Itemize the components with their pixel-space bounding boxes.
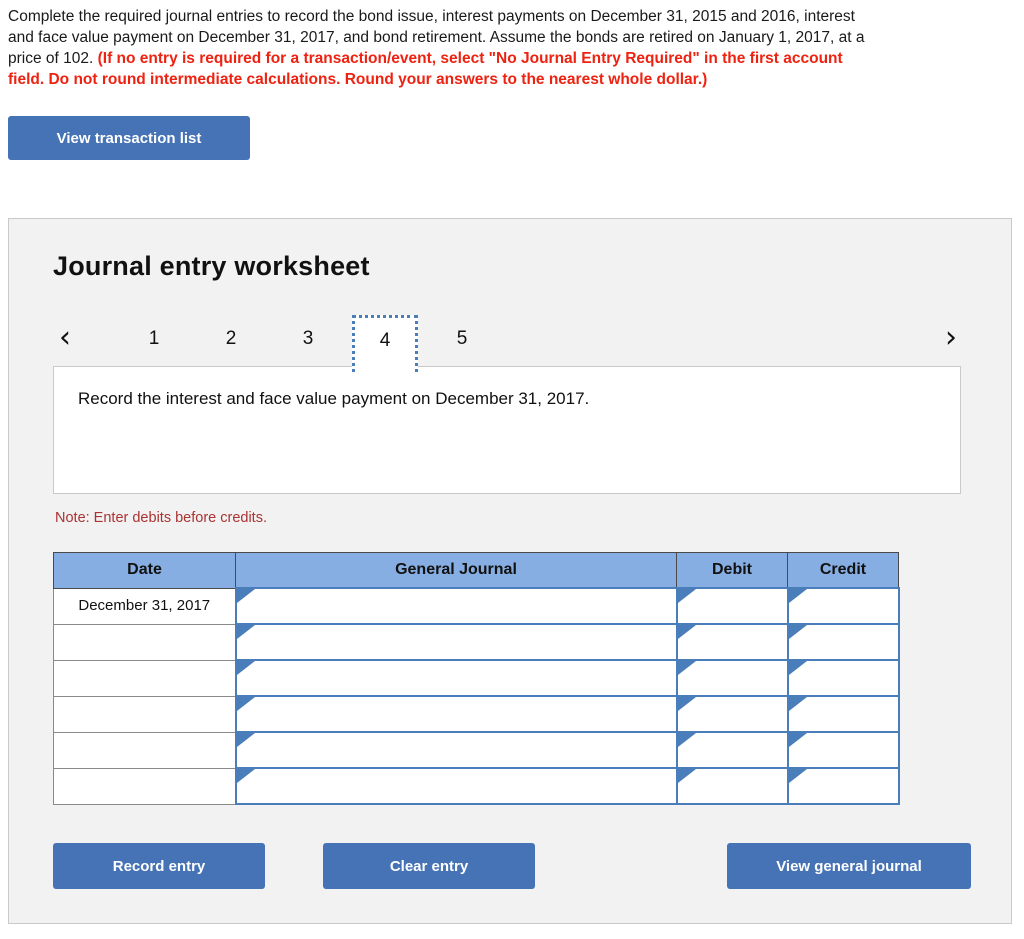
cell-debit-3[interactable]	[675, 659, 789, 697]
worksheet-title: Journal entry worksheet	[53, 251, 370, 281]
dropdown-marker-icon	[677, 661, 696, 675]
cell-general-journal-4[interactable]	[234, 695, 678, 733]
cell-debit-4[interactable]	[675, 695, 789, 733]
cell-credit-6[interactable]	[786, 767, 900, 805]
column-header-credit: Credit	[787, 552, 899, 589]
cell-date-2[interactable]	[53, 623, 236, 661]
worksheet-tab-3[interactable]: 3	[275, 315, 341, 369]
dropdown-marker-icon	[788, 589, 807, 603]
problem-statement: Complete the required journal entries to…	[0, 0, 876, 90]
dropdown-marker-icon	[236, 625, 255, 639]
transaction-instruction-text: Record the interest and face value payme…	[78, 389, 590, 408]
worksheet-tab-4[interactable]: 4	[352, 315, 418, 372]
table-row	[53, 767, 900, 805]
dropdown-marker-icon	[236, 589, 255, 603]
table-row	[53, 659, 900, 697]
table-row	[53, 623, 900, 661]
cell-credit-4[interactable]	[786, 695, 900, 733]
transaction-instruction-box: Record the interest and face value payme…	[53, 366, 961, 494]
worksheet-tab-5[interactable]: 5	[429, 315, 495, 369]
cell-debit-5[interactable]	[675, 731, 789, 769]
cell-general-journal-5[interactable]	[234, 731, 678, 769]
chevron-right-icon[interactable]: ›	[945, 319, 957, 357]
record-entry-button[interactable]: Record entry	[53, 843, 265, 889]
dropdown-marker-icon	[677, 733, 696, 747]
table-header-row: Date General Journal Debit Credit	[53, 552, 899, 589]
view-general-journal-button[interactable]: View general journal	[727, 843, 971, 889]
cell-debit-2[interactable]	[675, 623, 789, 661]
debits-before-credits-note: Note: Enter debits before credits.	[55, 510, 267, 526]
table-row	[53, 695, 900, 733]
dropdown-marker-icon	[236, 697, 255, 711]
toolbar: View transaction list	[0, 90, 1024, 160]
column-header-general-journal: General Journal	[235, 552, 677, 589]
table-row: December 31, 2017	[53, 587, 900, 625]
dropdown-marker-icon	[236, 661, 255, 675]
cell-credit-5[interactable]	[786, 731, 900, 769]
worksheet-tab-1[interactable]: 1	[121, 315, 187, 369]
cell-credit-3[interactable]	[786, 659, 900, 697]
column-header-date: Date	[53, 552, 236, 589]
dropdown-marker-icon	[788, 697, 807, 711]
table-row	[53, 731, 900, 769]
dropdown-marker-icon	[788, 661, 807, 675]
cell-general-journal-2[interactable]	[234, 623, 678, 661]
dropdown-marker-icon	[677, 697, 696, 711]
cell-date-6[interactable]	[53, 767, 236, 805]
worksheet-pager: ‹ 1 2 3 4 5 ›	[9, 307, 1013, 372]
cell-date-4[interactable]	[53, 695, 236, 733]
dropdown-marker-icon	[788, 733, 807, 747]
dropdown-marker-icon	[677, 589, 696, 603]
cell-date-5[interactable]	[53, 731, 236, 769]
dropdown-marker-icon	[677, 625, 696, 639]
cell-date-1: December 31, 2017	[53, 587, 236, 625]
dropdown-marker-icon	[788, 769, 807, 783]
chevron-left-icon[interactable]: ‹	[59, 319, 71, 357]
journal-entry-table: Date General Journal Debit Credit Decemb…	[53, 552, 900, 805]
cell-credit-2[interactable]	[786, 623, 900, 661]
dropdown-marker-icon	[677, 769, 696, 783]
cell-date-3[interactable]	[53, 659, 236, 697]
cell-debit-6[interactable]	[675, 767, 789, 805]
dropdown-marker-icon	[788, 625, 807, 639]
dropdown-marker-icon	[236, 769, 255, 783]
clear-entry-button[interactable]: Clear entry	[323, 843, 535, 889]
problem-statement-red: (If no entry is required for a transacti…	[8, 50, 843, 88]
column-header-debit: Debit	[676, 552, 788, 589]
journal-entry-worksheet-panel: Journal entry worksheet ‹ 1 2 3 4 5 › Re…	[8, 218, 1012, 924]
cell-debit-1[interactable]	[675, 587, 789, 625]
cell-general-journal-6[interactable]	[234, 767, 678, 805]
cell-general-journal-3[interactable]	[234, 659, 678, 697]
dropdown-marker-icon	[236, 733, 255, 747]
cell-credit-1[interactable]	[786, 587, 900, 625]
worksheet-tab-2[interactable]: 2	[198, 315, 264, 369]
view-transaction-list-button[interactable]: View transaction list	[8, 116, 250, 160]
cell-general-journal-1[interactable]	[234, 587, 678, 625]
